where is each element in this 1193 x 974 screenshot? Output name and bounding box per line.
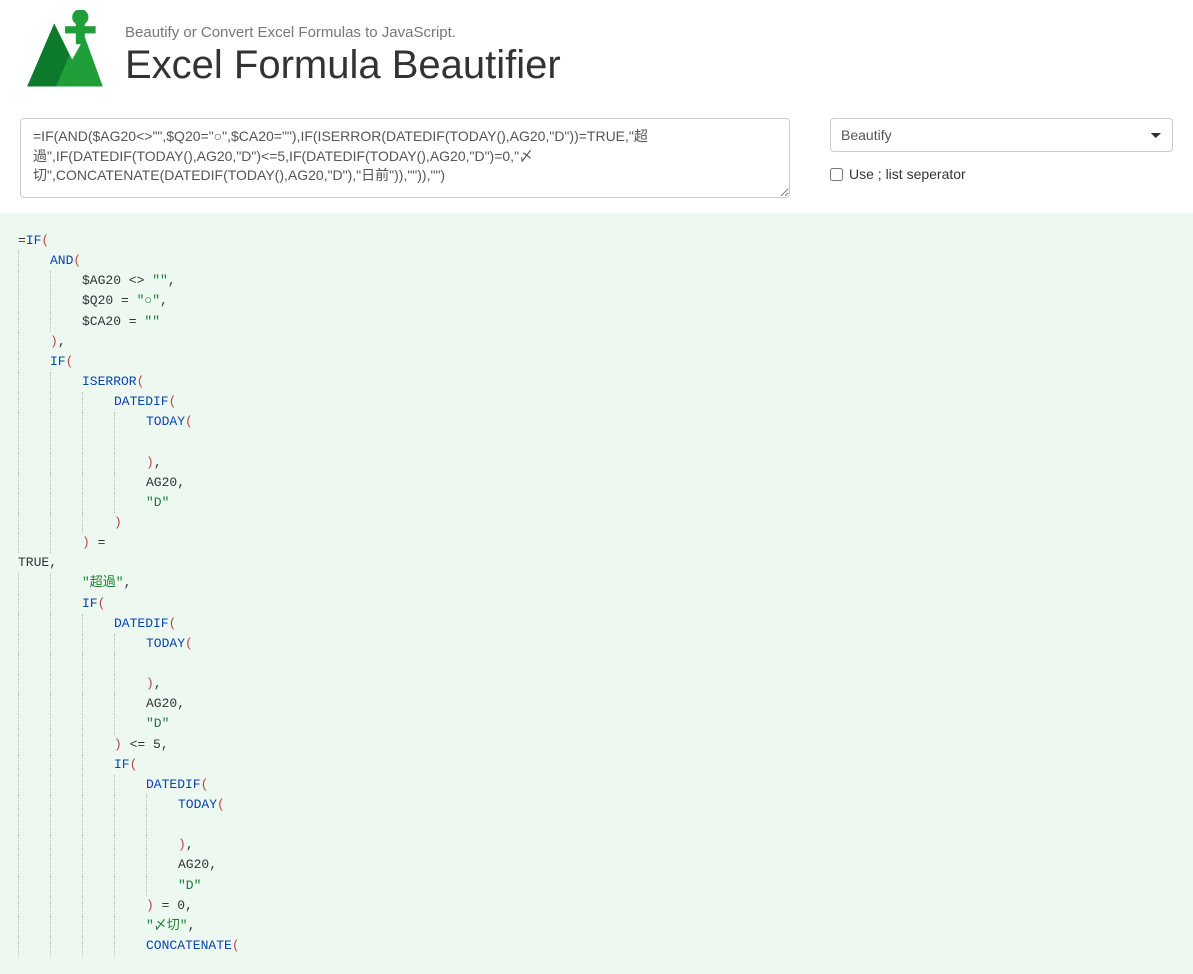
semicolon-checkbox-row[interactable]: Use ; list seperator [830,166,1173,182]
output-line: $AG20 <> "", [18,271,1175,291]
output-line: ) <= 5, [18,735,1175,755]
output-line: =IF( [18,231,1175,251]
semicolon-checkbox-label: Use ; list seperator [849,166,966,182]
output-line [18,654,1175,674]
output-line: "D" [18,714,1175,734]
output-line: ISERROR( [18,372,1175,392]
output-line: ), [18,674,1175,694]
output-line: CONCATENATE( [18,936,1175,956]
output-line: DATEDIF( [18,392,1175,412]
output-line [18,432,1175,452]
formula-input[interactable] [20,118,790,198]
mode-select[interactable]: Beautify [830,118,1173,152]
output-line: "超過", [18,573,1175,593]
excel-logo-icon [20,10,110,100]
output-line: ), [18,835,1175,855]
semicolon-checkbox[interactable] [830,168,843,181]
tagline: Beautify or Convert Excel Formulas to Ja… [125,24,561,41]
output-line: "〆切", [18,916,1175,936]
page-title: Excel Formula Beautifier [125,43,561,87]
output-line: AND( [18,251,1175,271]
output-line: IF( [18,594,1175,614]
output-line: AG20, [18,855,1175,875]
output-line: "D" [18,876,1175,896]
output-line: DATEDIF( [18,775,1175,795]
output-line: IF( [18,352,1175,372]
output-line: TODAY( [18,412,1175,432]
output-line: ) = 0, [18,896,1175,916]
output-line: AG20, [18,473,1175,493]
output-line: ), [18,332,1175,352]
output-line: ), [18,453,1175,473]
header: Beautify or Convert Excel Formulas to Ja… [20,0,1173,118]
output-line: TODAY( [18,795,1175,815]
output-line: $CA20 = "" [18,312,1175,332]
output-line: DATEDIF( [18,614,1175,634]
output-line: IF( [18,755,1175,775]
beautified-output: =IF(AND($AG20 <> "",$Q20 = "○",$CA20 = "… [0,213,1193,974]
output-line [18,815,1175,835]
output-line: TRUE, [18,553,1175,573]
output-line: ) [18,513,1175,533]
output-line: $Q20 = "○", [18,291,1175,311]
output-line: ) = [18,533,1175,553]
output-line: AG20, [18,694,1175,714]
output-line: TODAY( [18,634,1175,654]
output-line: "D" [18,493,1175,513]
